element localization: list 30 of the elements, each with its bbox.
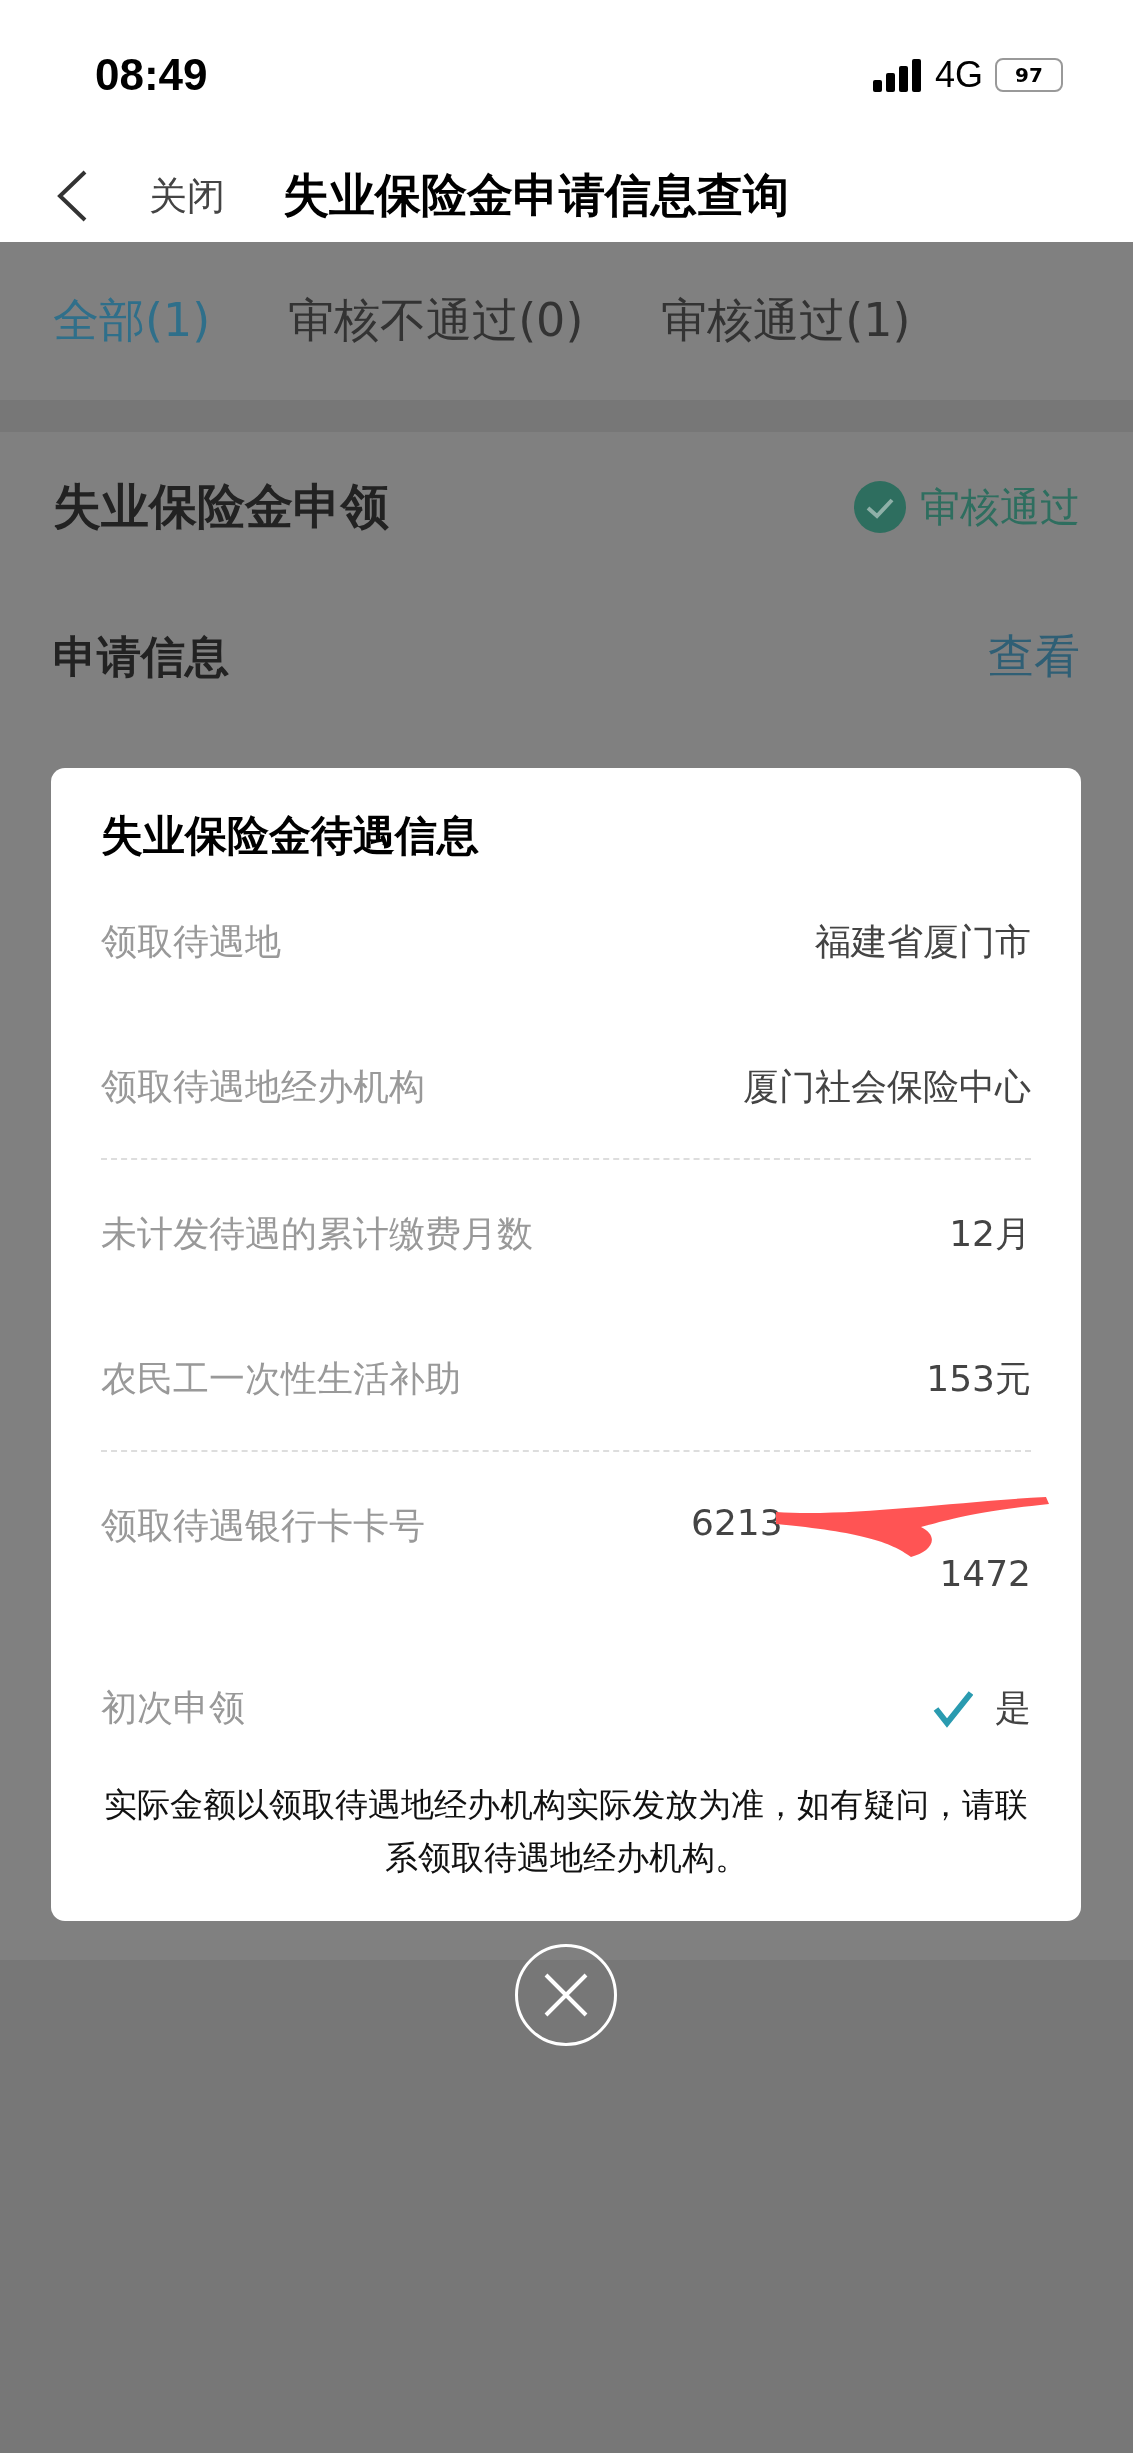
back-icon[interactable] [55, 169, 89, 223]
view-link[interactable]: 查看 [988, 626, 1080, 688]
field-label: 领取待遇地 [101, 920, 281, 964]
card-number: 6213 [691, 1502, 783, 1543]
close-link[interactable]: 关闭 [149, 170, 225, 222]
filter-tab[interactable]: 审核不通过(0) [288, 290, 584, 352]
status-label: 审核通过 [920, 482, 1080, 532]
field-label: 未计发待遇的累计缴费月数 [101, 1212, 533, 1256]
close-button[interactable] [515, 1944, 617, 2046]
field-value: 厦门社会保险中心 [743, 1065, 1031, 1109]
dialog-title: 失业保险金待遇信息 [101, 810, 480, 862]
check-circle-icon [854, 481, 906, 533]
field-value: 福建省厦门市 [815, 920, 1031, 964]
field-value: 153元 [926, 1357, 1031, 1401]
field-label: 农民工一次性生活补助 [101, 1357, 461, 1401]
field-label: 初次申领 [101, 1686, 245, 1730]
battery-icon: 97 [995, 58, 1063, 92]
dialog-note: 实际金额以领取待遇地经办机构实际发放为准，如有疑问，请联系领取待遇地经办机构。 [103, 1784, 1029, 1879]
status-time: 08:49 [95, 50, 208, 100]
section-title: 申请信息 [53, 629, 229, 684]
card-number: 1472 [939, 1553, 1031, 1594]
network-label: 4G [934, 54, 983, 96]
field-value: 是 [995, 1686, 1031, 1730]
field-value: 12月 [949, 1212, 1031, 1256]
field-label: 领取待遇银行卡卡号 [101, 1504, 425, 1548]
signal-icon [872, 58, 923, 92]
page-title: 失业保险金申请信息查询 [283, 167, 789, 224]
filter-tab[interactable]: 审核通过(1) [661, 290, 911, 352]
card-title: 失业保险金申领 [53, 477, 389, 536]
field-label: 领取待遇地经办机构 [101, 1065, 425, 1109]
